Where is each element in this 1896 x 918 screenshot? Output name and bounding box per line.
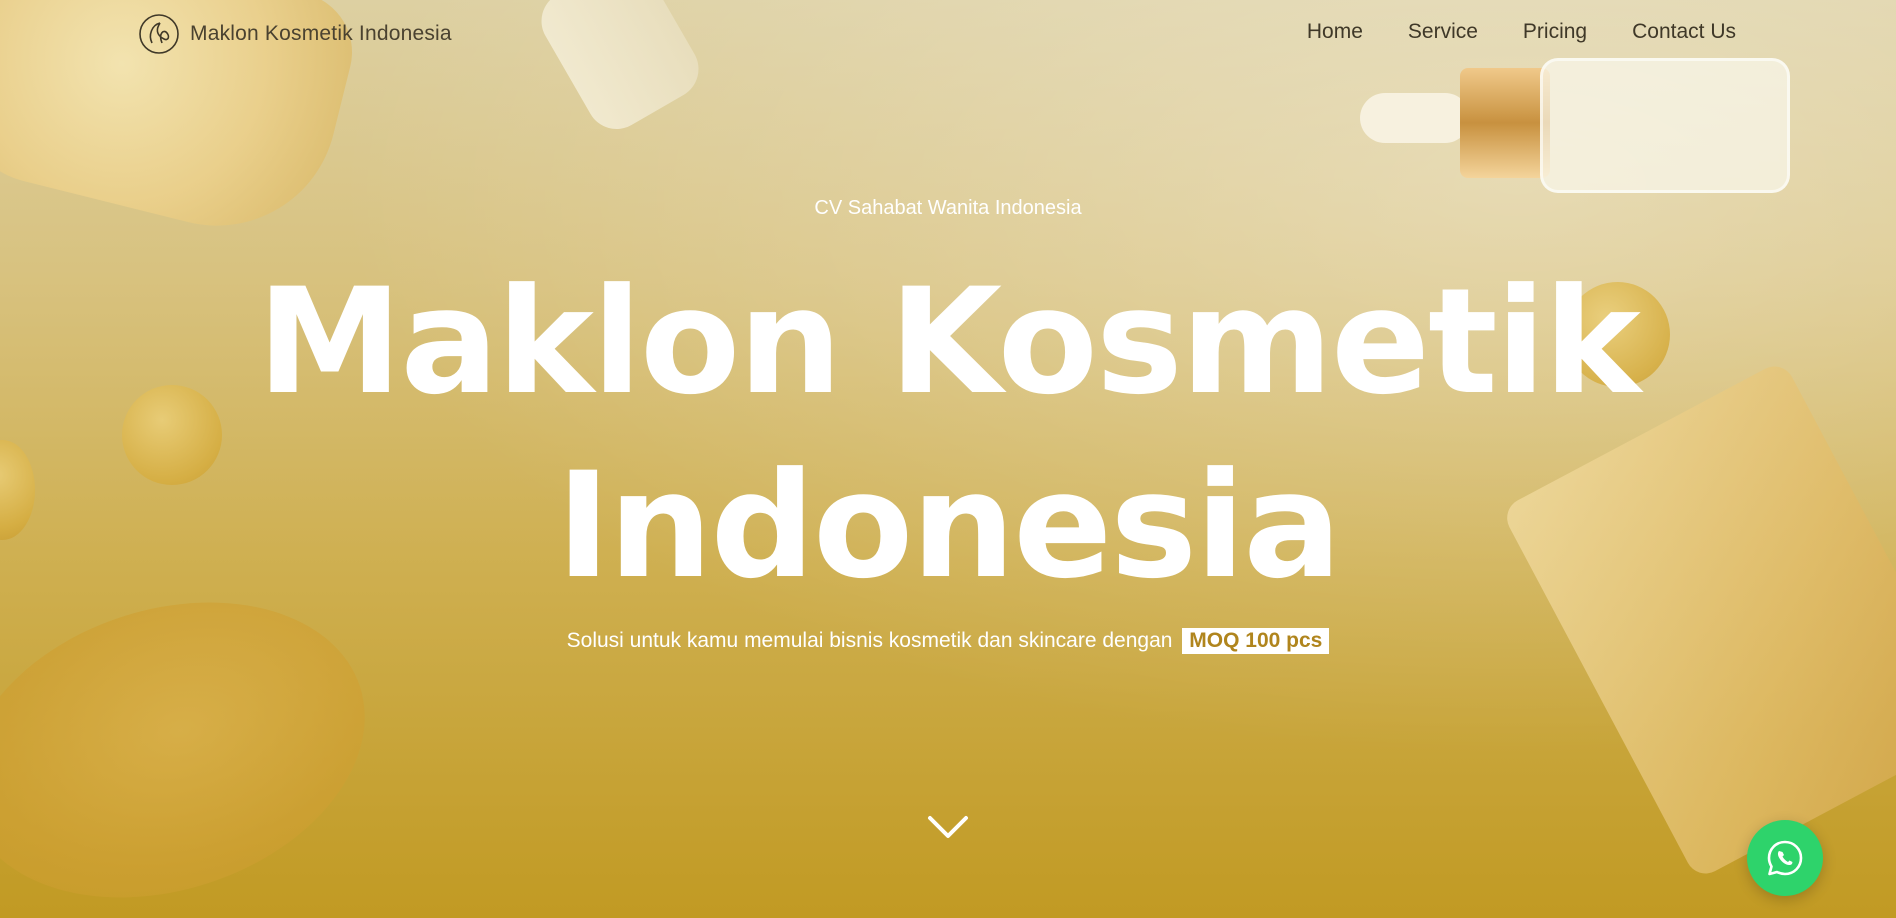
hero-title: Maklon Kosmetik Indonesia: [0, 250, 1896, 618]
hero-section: Maklon Kosmetik Indonesia Home Service P…: [0, 0, 1896, 918]
chevron-down-icon[interactable]: [926, 812, 970, 842]
nav-service[interactable]: Service: [1408, 20, 1478, 44]
leaf-circle-logo-icon: [139, 14, 179, 54]
brand-link[interactable]: Maklon Kosmetik Indonesia: [138, 13, 452, 55]
hero-title-line2: Indonesia: [556, 441, 1342, 611]
whatsapp-icon: [1767, 840, 1803, 876]
nav-contact-us[interactable]: Contact Us: [1632, 20, 1736, 44]
hero-subtitle: CV Sahabat Wanita Indonesia: [814, 197, 1082, 219]
whatsapp-button[interactable]: [1747, 820, 1823, 896]
brand-name: Maklon Kosmetik Indonesia: [190, 22, 452, 45]
navbar: Maklon Kosmetik Indonesia Home Service P…: [0, 0, 1896, 70]
nav-home[interactable]: Home: [1307, 20, 1363, 44]
dropper-bottle-decoration: [1360, 58, 1790, 198]
hero-tagline-text: Solusi untuk kamu memulai bisnis kosmeti…: [566, 629, 1173, 652]
nav-pricing[interactable]: Pricing: [1523, 20, 1587, 44]
nav-links: Home Service Pricing Contact Us: [1307, 20, 1736, 44]
hero-title-line1: Maklon Kosmetik: [257, 257, 1641, 427]
moq-badge: MOQ 100 pcs: [1182, 628, 1330, 654]
hero-tagline: Solusi untuk kamu memulai bisnis kosmeti…: [0, 628, 1896, 654]
